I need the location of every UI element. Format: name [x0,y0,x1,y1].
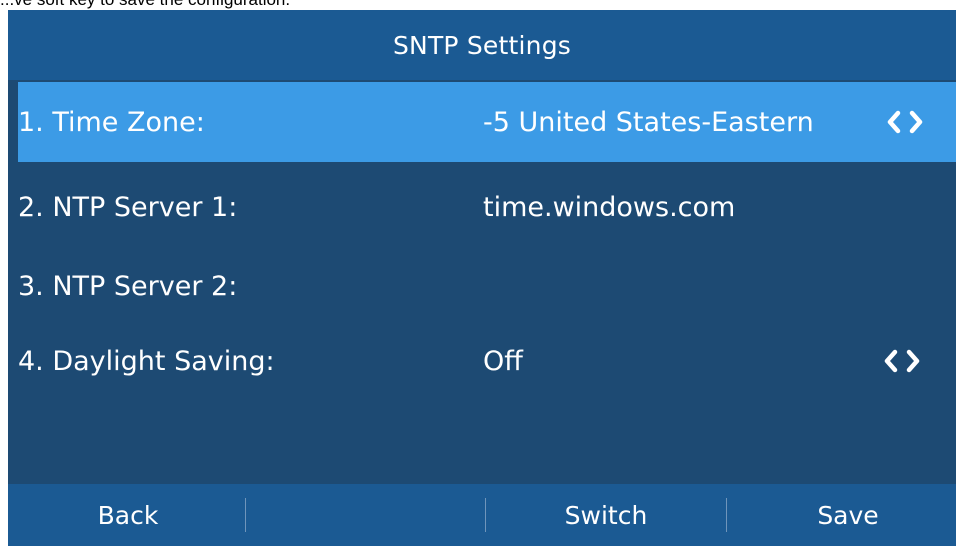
setting-value: Off [483,345,523,377]
chevron-right-icon[interactable] [905,349,921,373]
switch-softkey-label: Switch [564,500,648,530]
back-softkey[interactable]: Back [68,484,188,546]
chevron-left-icon[interactable] [883,349,899,373]
title-bar: SNTP Settings [8,10,956,80]
setting-row-ntp-server-1[interactable]: 2. NTP Server 1: time.windows.com [8,167,956,247]
setting-label: 2. NTP Server 1: [18,191,238,223]
chevron-left-icon[interactable] [886,110,902,134]
softkey-divider [726,498,727,532]
setting-label: 4. Daylight Saving: [18,345,275,377]
chevron-right-icon[interactable] [908,110,924,134]
page-title: SNTP Settings [392,30,571,60]
back-softkey-label: Back [97,500,159,530]
setting-row-ntp-server-2[interactable]: 3. NTP Server 2: [8,246,956,326]
phone-screen: SNTP Settings 1. Time Zone: -5 United St… [8,10,956,546]
value-switcher [886,82,924,162]
setting-label: 1. Time Zone: [18,106,205,138]
softkey-divider [485,498,486,532]
value-switcher [883,321,921,401]
save-softkey[interactable]: Save [788,484,908,546]
setting-value: time.windows.com [483,191,736,223]
setting-value: -5 United States-Eastern [483,106,814,138]
softkey-divider [245,498,246,532]
instruction-caption: ...ve soft key to save the configuration… [0,0,956,9]
setting-row-daylight-saving[interactable]: 4. Daylight Saving: Off [8,321,956,401]
setting-label: 3. NTP Server 2: [18,270,238,302]
softkey-bar: Back Switch Save [8,484,956,546]
save-softkey-label: Save [817,500,879,530]
switch-softkey[interactable]: Switch [546,484,666,546]
setting-row-time-zone[interactable]: 1. Time Zone: -5 United States-Eastern [18,82,956,162]
